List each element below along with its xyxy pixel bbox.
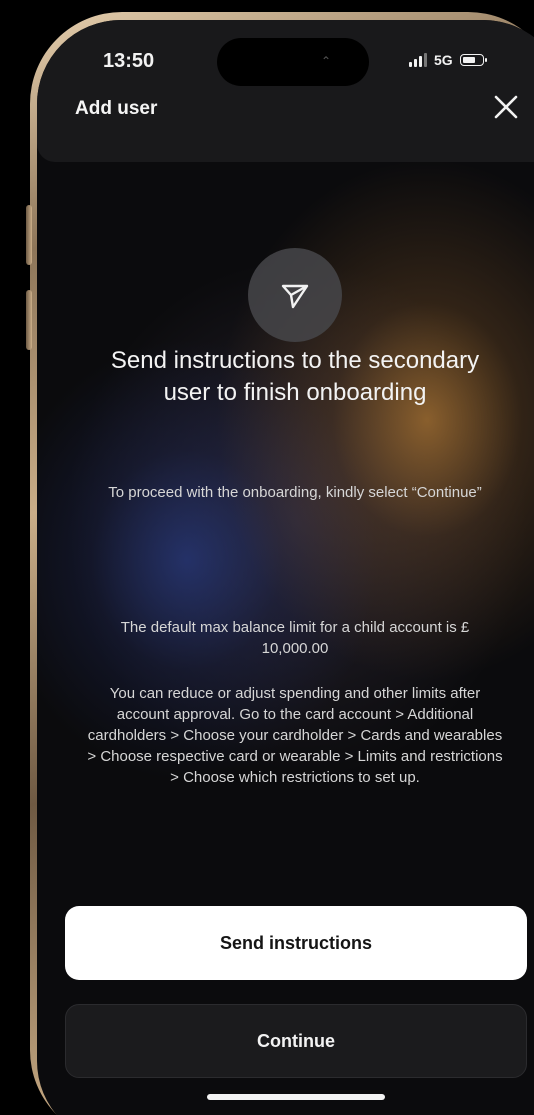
modal-header: 13:50 ⌃ 5G Add user bbox=[37, 20, 534, 162]
phone-side-button bbox=[26, 290, 32, 350]
close-icon bbox=[494, 95, 518, 119]
device-stage: 13:50 ⌃ 5G Add user Send instructions to… bbox=[0, 0, 534, 1115]
island-indicator-icon: ⌃ bbox=[321, 54, 332, 68]
restrictions-note: You can reduce or adjust spending and ot… bbox=[87, 685, 503, 786]
status-time: 13:50 bbox=[103, 50, 155, 72]
send-icon-badge bbox=[248, 248, 342, 342]
onboarding-headline: Send instructions to the secondary user … bbox=[110, 347, 480, 406]
app-screen: 13:50 ⌃ 5G Add user Send instructions to… bbox=[37, 20, 534, 1115]
battery-icon bbox=[459, 54, 487, 66]
continue-button[interactable]: Continue bbox=[65, 1004, 527, 1078]
close-button[interactable] bbox=[487, 88, 525, 126]
send-instructions-button[interactable]: Send instructions bbox=[65, 906, 527, 980]
balance-limit-notice: The default max balance limit for a chil… bbox=[120, 619, 470, 657]
dynamic-island: ⌃ bbox=[217, 38, 369, 86]
status-indicators: 5G bbox=[409, 52, 487, 68]
instruction-text: To proceed with the onboarding, kindly s… bbox=[108, 484, 482, 501]
home-indicator[interactable] bbox=[207, 1094, 385, 1100]
network-label: 5G bbox=[434, 52, 453, 68]
page-title: Add user bbox=[75, 98, 158, 119]
battery-level bbox=[462, 57, 475, 63]
signal-icon bbox=[409, 53, 427, 67]
phone-side-button bbox=[26, 205, 32, 265]
send-icon bbox=[281, 284, 309, 309]
